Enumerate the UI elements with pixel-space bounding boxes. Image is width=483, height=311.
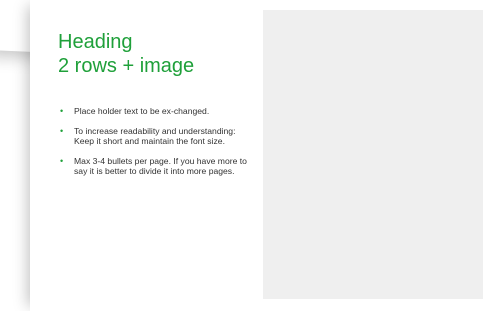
bullet-text: Max 3-4 bullets per page. If you have mo… <box>74 156 247 176</box>
bullet-list: • Place holder text to be ex-changed. • … <box>58 106 253 186</box>
bullet-icon: • <box>60 156 64 166</box>
slide-heading: Heading 2 rows + image <box>58 30 258 78</box>
heading-line-2: 2 rows + image <box>58 55 195 77</box>
bullet-item: • Place holder text to be ex-changed. <box>58 106 253 116</box>
bullet-item: • To increase readability and understand… <box>58 126 253 146</box>
bullet-icon: • <box>60 106 64 116</box>
bullet-icon: • <box>60 126 64 136</box>
bullet-text: To increase readability and understandin… <box>74 126 236 146</box>
slide-bottom-edge <box>30 299 483 311</box>
bullet-text: Place holder text to be ex-changed. <box>74 106 210 116</box>
canvas: Heading 2 rows + image • Place holder te… <box>0 0 483 311</box>
image-placeholder[interactable] <box>263 10 483 300</box>
bullet-item: • Max 3-4 bullets per page. If you have … <box>58 156 253 176</box>
heading-line-1: Heading <box>58 31 133 53</box>
